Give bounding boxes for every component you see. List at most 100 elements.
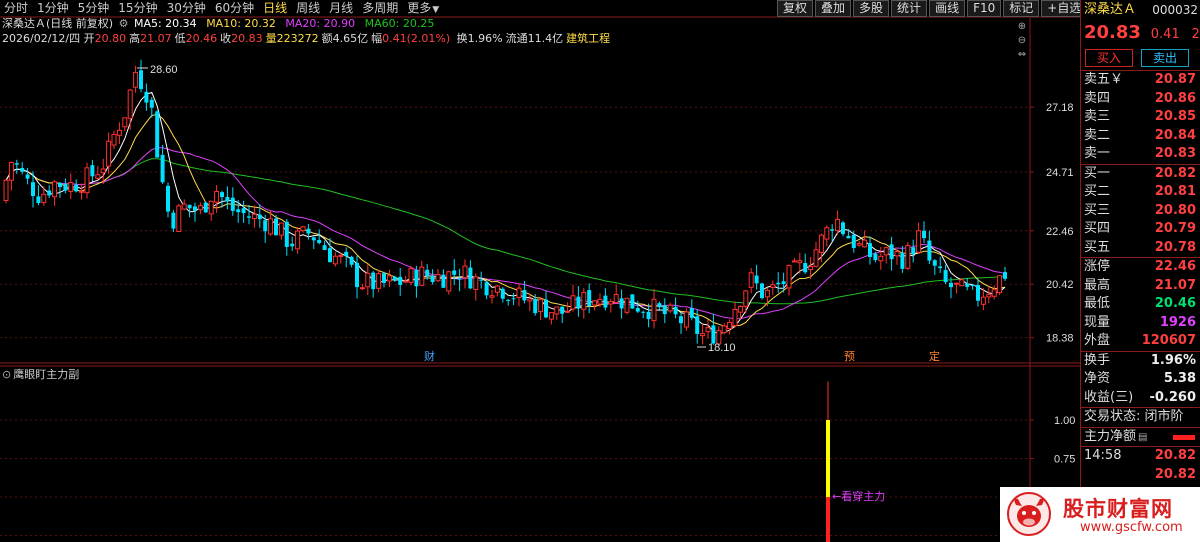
zoom-out-icon[interactable]: ⊖ bbox=[1015, 34, 1029, 46]
quote-row[interactable]: 买三 20.80 bbox=[1081, 202, 1200, 221]
fundamentals-block: 换手 1.96% 净资 5.38 收益(三) -0.260 bbox=[1081, 352, 1200, 408]
candle-body bbox=[776, 282, 781, 285]
period-tab[interactable]: 分时 bbox=[4, 0, 28, 16]
watermark-title: 股市财富网 bbox=[1063, 497, 1173, 521]
toolbar-button[interactable]: 多股 bbox=[853, 0, 890, 17]
quote-row[interactable]: 买四 20.79 bbox=[1081, 220, 1200, 239]
row-value: 20.78 bbox=[1154, 239, 1196, 255]
quote-row[interactable]: 最高 21.07 bbox=[1081, 277, 1200, 296]
watermark-banner: 股市财富网 www.gscfw.com bbox=[1000, 487, 1200, 542]
toolbar-button[interactable]: 统计 bbox=[891, 0, 928, 17]
candle-body bbox=[603, 295, 608, 308]
row-label: 卖二 bbox=[1084, 127, 1111, 143]
candle-body bbox=[197, 205, 203, 211]
quote-row[interactable]: 卖四 20.86 bbox=[1081, 90, 1200, 109]
candle-body bbox=[446, 271, 452, 292]
currency-icon: ￥ bbox=[1110, 72, 1124, 87]
quote-row[interactable]: 卖二 20.84 bbox=[1081, 127, 1200, 146]
period-tab[interactable]: 月线 bbox=[329, 0, 353, 16]
candle-body bbox=[911, 247, 916, 255]
event-marker-icon: 预 bbox=[844, 350, 855, 363]
quote-row[interactable]: 涨停 22.46 bbox=[1081, 258, 1200, 277]
toolbar-button[interactable]: 复权 bbox=[777, 0, 814, 17]
period-tab[interactable]: 5分钟 bbox=[78, 0, 110, 16]
period-tab[interactable]: 日线 bbox=[263, 0, 287, 16]
bull-logo-icon bbox=[1007, 492, 1051, 536]
net-flow-row[interactable]: 主力净额 ▤ bbox=[1081, 428, 1200, 447]
row-label: 买一 bbox=[1084, 165, 1111, 181]
candle-body bbox=[624, 297, 630, 313]
period-tabs: 分时 1分钟 5分钟 15分钟 30分钟 60分钟 日线 周线 月线 多周期 更多▼ bbox=[0, 0, 780, 16]
period-tab[interactable]: 15分钟 bbox=[118, 0, 157, 16]
candle-body bbox=[278, 222, 284, 236]
candle-body bbox=[425, 269, 430, 277]
sell-button[interactable]: 卖出 bbox=[1141, 49, 1189, 67]
row-label: 买二 bbox=[1084, 184, 1111, 199]
period-tab[interactable]: 60分钟 bbox=[215, 0, 254, 16]
candle-body bbox=[306, 228, 311, 234]
sub-chart-title[interactable]: ⊙ 鹰眼盯主力副 bbox=[2, 368, 79, 382]
candle-body bbox=[544, 299, 548, 318]
candle-body bbox=[452, 270, 457, 275]
quote-row[interactable]: 收益(三) -0.260 bbox=[1081, 389, 1200, 408]
candle-body bbox=[300, 226, 306, 232]
period-tab[interactable]: 周线 bbox=[296, 0, 320, 16]
period-tab[interactable]: 30分钟 bbox=[167, 0, 206, 16]
quote-row[interactable]: 换手 1.96% bbox=[1081, 352, 1200, 371]
list-icon[interactable]: ▤ bbox=[1138, 432, 1147, 443]
period-tab[interactable]: 1分钟 bbox=[37, 0, 69, 16]
candle-body bbox=[764, 289, 770, 298]
industry-value[interactable]: 建筑工程 bbox=[566, 32, 610, 45]
candle-body bbox=[711, 325, 716, 344]
quote-row[interactable]: 买一 20.82 bbox=[1081, 165, 1200, 184]
candle-body bbox=[457, 278, 462, 280]
toolbar-button[interactable]: 画线 bbox=[929, 0, 966, 17]
candle-body bbox=[943, 269, 948, 283]
candle-body bbox=[516, 287, 522, 299]
quote-row[interactable]: 卖一 20.83 bbox=[1081, 145, 1200, 164]
quote-row[interactable]: 卖五￥ 20.87 bbox=[1081, 71, 1200, 90]
panel-change: 0.41 bbox=[1150, 27, 1180, 42]
quote-row[interactable]: 卖三 20.85 bbox=[1081, 108, 1200, 127]
toolbar-button[interactable]: 叠加 bbox=[815, 0, 852, 17]
kline-app: 27.18 24.71 22.46 20.42 18.38 28.60 18.10 财 预 定 1… bbox=[0, 0, 1200, 542]
price-axis-label: 24.71 bbox=[1046, 167, 1074, 179]
candle-body bbox=[851, 234, 856, 249]
row-label: 买三 bbox=[1084, 202, 1111, 218]
collapse-icon[interactable]: ⊙ bbox=[2, 368, 11, 381]
candle-body bbox=[52, 181, 58, 198]
quote-row[interactable]: 买二 20.81 bbox=[1081, 183, 1200, 202]
candle-body bbox=[818, 234, 824, 253]
candle-body bbox=[68, 181, 74, 192]
quote-row[interactable]: 现量 1926 bbox=[1081, 314, 1200, 333]
signal-annotation: ←看穿主力 bbox=[832, 489, 885, 503]
toolbar-button[interactable]: F10 bbox=[967, 0, 1002, 17]
dropdown-icon: ▼ bbox=[432, 5, 440, 15]
toolbar-button[interactable]: 标记 bbox=[1003, 0, 1040, 17]
quote-date: 2026/02/12/四 bbox=[2, 32, 81, 45]
quote-row[interactable]: 买五 20.78 bbox=[1081, 239, 1200, 258]
quote-row[interactable]: 净资 5.38 bbox=[1081, 370, 1200, 389]
period-tab[interactable]: 多周期 bbox=[362, 0, 398, 16]
signal-bar-red bbox=[826, 497, 830, 542]
quote-row[interactable]: 外盘 120607 bbox=[1081, 332, 1200, 351]
pan-icon[interactable]: ⇔ bbox=[1015, 48, 1029, 60]
chart-canvas[interactable]: 27.18 24.71 22.46 20.42 18.38 28.60 18.10 财 预 定 1… bbox=[0, 0, 1080, 542]
event-marker-icon: 财 bbox=[424, 349, 435, 363]
settings-icon[interactable]: ⚙ bbox=[119, 17, 129, 30]
candle-body bbox=[813, 249, 819, 267]
row-value: 120607 bbox=[1141, 333, 1196, 348]
candle-body bbox=[284, 221, 289, 247]
buy-button[interactable]: 买入 bbox=[1085, 49, 1133, 67]
row-value: 20.87 bbox=[1154, 72, 1196, 87]
quote-row[interactable]: 最低 20.46 bbox=[1081, 295, 1200, 314]
period-tab[interactable]: 更多▼ bbox=[407, 0, 439, 18]
candle-body bbox=[754, 275, 759, 284]
candle-body bbox=[635, 308, 640, 312]
ma20-value: MA20: 20.90 bbox=[285, 17, 356, 30]
zoom-in-icon[interactable]: ⊕ bbox=[1015, 20, 1029, 32]
candle-body bbox=[608, 301, 614, 305]
candle-body bbox=[727, 321, 733, 330]
candle-body bbox=[220, 192, 224, 197]
candle-body bbox=[646, 311, 651, 320]
